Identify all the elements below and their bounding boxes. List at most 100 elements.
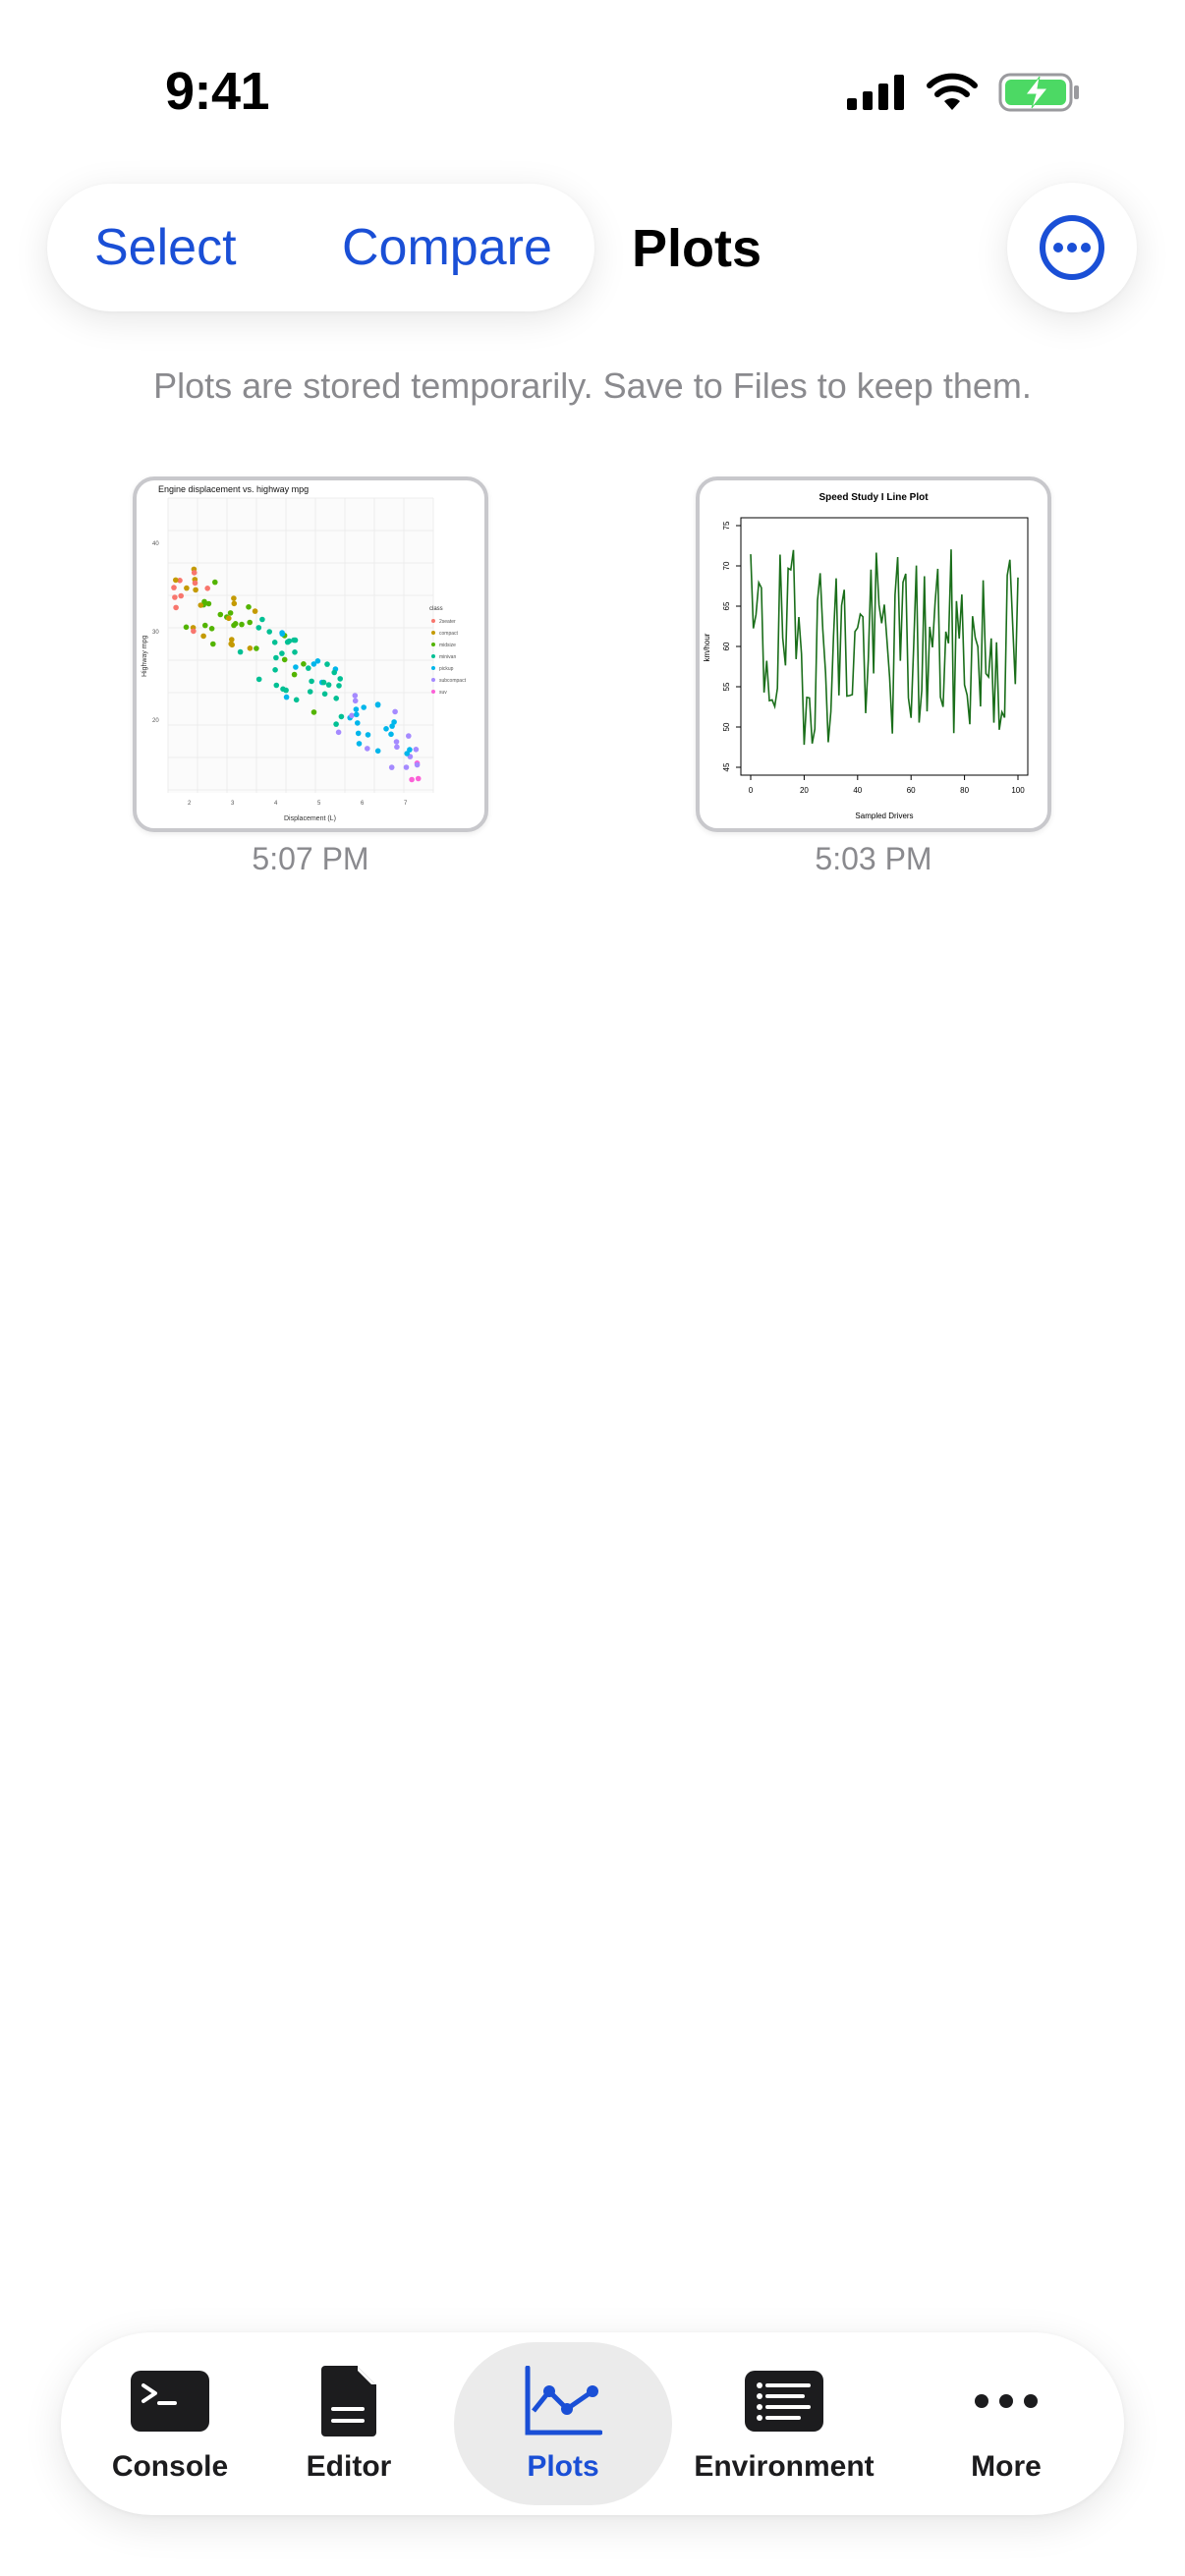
- scatter-point: [406, 733, 412, 739]
- scatter-point: [409, 776, 415, 783]
- select-button[interactable]: Select: [94, 184, 237, 311]
- line-chart-icon: [524, 2358, 602, 2444]
- tab-editor[interactable]: Editor: [269, 2342, 428, 2505]
- scatter-point: [271, 640, 278, 645]
- line-x-tick: 0: [749, 786, 754, 795]
- scatter-point: [293, 697, 300, 703]
- line-x-tick: 40: [853, 786, 862, 795]
- scatter-y-tick: 40: [152, 541, 159, 547]
- scatter-legend-swatch: [431, 643, 435, 646]
- compare-button[interactable]: Compare: [342, 184, 552, 311]
- scatter-point: [333, 696, 339, 701]
- line-y-tick: 50: [722, 722, 731, 731]
- ellipsis-circle-icon: [1040, 215, 1104, 280]
- scatter-y-tick: 30: [152, 630, 159, 636]
- line-ylabel: km/hour: [703, 633, 711, 661]
- scatter-point: [321, 691, 328, 698]
- tab-more[interactable]: More: [918, 2342, 1095, 2505]
- scatter-point: [280, 686, 286, 693]
- scatter-x-tick: 6: [361, 801, 365, 807]
- ellipsis-icon: [972, 2358, 1041, 2444]
- scatter-point: [227, 610, 234, 616]
- scatter-point: [171, 585, 177, 590]
- scatter-legend-swatch: [431, 631, 435, 635]
- scatter-point: [212, 579, 218, 586]
- scatter-point: [192, 580, 198, 587]
- scatter-point: [383, 726, 389, 732]
- scatter-point: [349, 712, 355, 719]
- scatter-point: [336, 683, 342, 689]
- scatter-x-tick: 7: [404, 801, 408, 807]
- scatter-point: [293, 664, 299, 670]
- scatter-point: [259, 616, 265, 623]
- scatter-point: [193, 587, 198, 593]
- status-icons: [847, 73, 1081, 112]
- wifi-icon: [927, 73, 978, 110]
- scatter-point: [404, 751, 411, 756]
- plot-thumbnail-line[interactable]: Speed Study I Line Plot 0 20 40 60 80 100 75 7…: [696, 476, 1051, 832]
- line-x-tick: 20: [800, 786, 809, 795]
- tab-console[interactable]: Console: [75, 2342, 265, 2505]
- scatter-point: [231, 595, 237, 601]
- tab-label: Plots: [527, 2450, 599, 2483]
- tab-plots[interactable]: Plots: [454, 2342, 672, 2505]
- scatter-point: [205, 600, 212, 607]
- scatter-point: [191, 570, 198, 576]
- scatter-point: [266, 629, 272, 635]
- scatter-point: [255, 625, 262, 631]
- scatter-point: [191, 628, 197, 635]
- line-x-tick: 100: [1011, 786, 1025, 795]
- scatter-plot-preview: Engine displacement vs. highway mpg Disp…: [141, 484, 467, 822]
- scatter-point: [204, 586, 210, 591]
- scatter-point: [217, 611, 224, 618]
- scatter-point: [202, 622, 208, 629]
- scatter-legend-swatch: [431, 619, 435, 623]
- scatter-point: [172, 594, 178, 600]
- scatter-point: [173, 604, 179, 611]
- line-plot-preview: Speed Study I Line Plot 0 20 40 60 80 100 75 7…: [703, 492, 1029, 820]
- scatter-point: [354, 711, 360, 718]
- scatter-point: [414, 761, 421, 768]
- scatter-point: [301, 661, 307, 667]
- scatter-point: [237, 648, 244, 655]
- scatter-point: [228, 641, 234, 647]
- scatter-point: [307, 689, 313, 695]
- line-y-tick: 70: [722, 561, 731, 570]
- scatter-point: [403, 764, 410, 770]
- scatter-x-tick: 4: [274, 801, 278, 807]
- scatter-legend-title: class: [429, 606, 443, 612]
- scatter-point: [273, 682, 280, 689]
- line-y-tick: 45: [722, 762, 731, 771]
- scatter-point: [252, 608, 258, 614]
- scatter-point: [352, 698, 359, 704]
- scatter-point: [365, 732, 371, 738]
- terminal-icon: [130, 2358, 210, 2444]
- scatter-point: [413, 747, 420, 753]
- scatter-point: [173, 577, 179, 584]
- scatter-point: [254, 645, 259, 651]
- battery-charging-icon: [998, 73, 1079, 112]
- scatter-point: [331, 669, 337, 676]
- scatter-point: [338, 713, 345, 720]
- scatter-point: [309, 678, 314, 685]
- scatter-ylabel: Highway mpg: [141, 635, 148, 677]
- scatter-legend-item: subcompact: [439, 678, 467, 684]
- plot-thumbnail-scatter[interactable]: Engine displacement vs. highway mpg Disp…: [133, 476, 488, 832]
- document-icon: [319, 2358, 378, 2444]
- scatter-point: [355, 720, 361, 726]
- tab-bar: Console Editor Plots Environment More: [61, 2332, 1124, 2515]
- header-actions-pill: Select Compare: [47, 184, 594, 311]
- scatter-legend-item: midsize: [439, 643, 456, 648]
- scatter-point: [325, 682, 332, 688]
- scatter-point: [355, 730, 362, 737]
- scatter-legend-swatch: [431, 690, 435, 694]
- scatter-point: [283, 694, 290, 700]
- scatter-x-tick: 5: [317, 801, 321, 807]
- more-options-button[interactable]: [1007, 183, 1137, 312]
- tab-environment[interactable]: Environment: [676, 2342, 892, 2505]
- scatter-point: [310, 709, 317, 715]
- scatter-point: [178, 592, 184, 599]
- tab-label: Console: [111, 2450, 229, 2483]
- scatter-title: Engine displacement vs. highway mpg: [158, 484, 309, 494]
- scatter-legend-item: pickup: [439, 666, 454, 672]
